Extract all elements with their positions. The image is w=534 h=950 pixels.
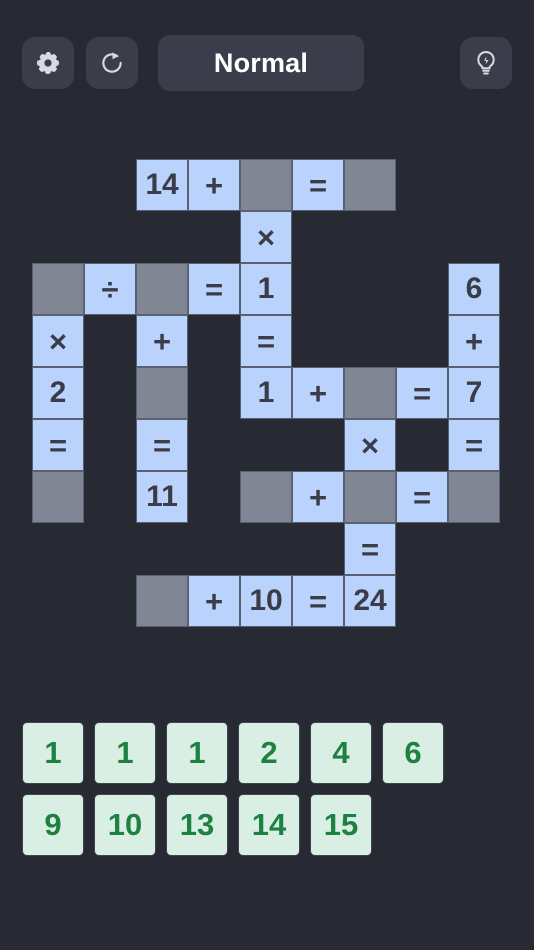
tray-tile[interactable]: 14 — [238, 794, 300, 856]
grid-empty-slot[interactable] — [344, 471, 396, 523]
tray-tile[interactable]: 6 — [382, 722, 444, 784]
gear-icon — [35, 50, 61, 76]
difficulty-button[interactable]: Normal — [158, 35, 364, 91]
game-screen: Normal 14 + = × ÷ = 1 6 × + = +2 1 + = 7 = = × = 11 + = = +10 = 24… — [0, 0, 534, 950]
grid-operator-cell[interactable]: = — [344, 523, 396, 575]
tray-tile[interactable]: 1 — [22, 722, 84, 784]
puzzle-grid: 14 + = × ÷ = 1 6 × + = +2 1 + = 7 = = × = 11 + = = +10 = 24 — [32, 159, 500, 627]
grid-number-cell[interactable]: 6 — [448, 263, 500, 315]
refresh-icon — [99, 50, 125, 76]
grid-operator-cell[interactable]: × — [344, 419, 396, 471]
grid-empty-slot[interactable] — [448, 471, 500, 523]
grid-operator-cell[interactable]: = — [396, 471, 448, 523]
grid-operator-cell[interactable]: = — [240, 315, 292, 367]
grid-empty-slot[interactable] — [136, 263, 188, 315]
grid-number-cell[interactable]: 14 — [136, 159, 188, 211]
grid-number-cell[interactable]: 10 — [240, 575, 292, 627]
grid-empty-slot[interactable] — [136, 575, 188, 627]
tray-tile[interactable]: 4 — [310, 722, 372, 784]
tray-tile[interactable]: 2 — [238, 722, 300, 784]
grid-operator-cell[interactable]: = — [396, 367, 448, 419]
tray-tile[interactable]: 9 — [22, 794, 84, 856]
tray-tile[interactable]: 15 — [310, 794, 372, 856]
grid-number-cell[interactable]: 7 — [448, 367, 500, 419]
grid-operator-cell[interactable]: + — [292, 471, 344, 523]
grid-empty-slot[interactable] — [344, 159, 396, 211]
grid-operator-cell[interactable]: ÷ — [84, 263, 136, 315]
grid-operator-cell[interactable]: × — [32, 315, 84, 367]
settings-button[interactable] — [22, 37, 74, 89]
grid-operator-cell[interactable]: = — [292, 575, 344, 627]
grid-operator-cell[interactable]: = — [32, 419, 84, 471]
grid-empty-slot[interactable] — [136, 367, 188, 419]
tray-tile[interactable]: 13 — [166, 794, 228, 856]
grid-empty-slot[interactable] — [32, 263, 84, 315]
tray-tile[interactable]: 1 — [166, 722, 228, 784]
grid-operator-cell[interactable]: = — [292, 159, 344, 211]
grid-operator-cell[interactable]: = — [448, 419, 500, 471]
grid-number-cell[interactable]: 24 — [344, 575, 396, 627]
grid-operator-cell[interactable]: + — [136, 315, 188, 367]
tray-tile[interactable]: 1 — [94, 722, 156, 784]
grid-operator-cell[interactable]: + — [188, 575, 240, 627]
grid-operator-cell[interactable]: + — [188, 159, 240, 211]
grid-empty-slot[interactable] — [344, 367, 396, 419]
grid-operator-cell[interactable]: × — [240, 211, 292, 263]
number-tray: 1 1 1 2 4 6 9 10 13 14 15 — [22, 722, 514, 856]
grid-operator-cell[interactable]: = — [136, 419, 188, 471]
tray-tile[interactable]: 10 — [94, 794, 156, 856]
grid-operator-cell[interactable]: = — [188, 263, 240, 315]
grid-empty-slot[interactable] — [32, 471, 84, 523]
grid-empty-slot[interactable] — [240, 159, 292, 211]
grid-number-cell[interactable]: 2 — [32, 367, 84, 419]
grid-empty-slot[interactable] — [240, 471, 292, 523]
grid-number-cell[interactable]: 11 — [136, 471, 188, 523]
grid-operator-cell[interactable]: + — [448, 315, 500, 367]
grid-operator-cell[interactable]: + — [292, 367, 344, 419]
grid-number-cell[interactable]: 1 — [240, 263, 292, 315]
lightbulb-icon — [472, 49, 500, 77]
grid-number-cell[interactable]: 1 — [240, 367, 292, 419]
hint-button[interactable] — [460, 37, 512, 89]
restart-button[interactable] — [86, 37, 138, 89]
toolbar: Normal — [0, 32, 534, 94]
